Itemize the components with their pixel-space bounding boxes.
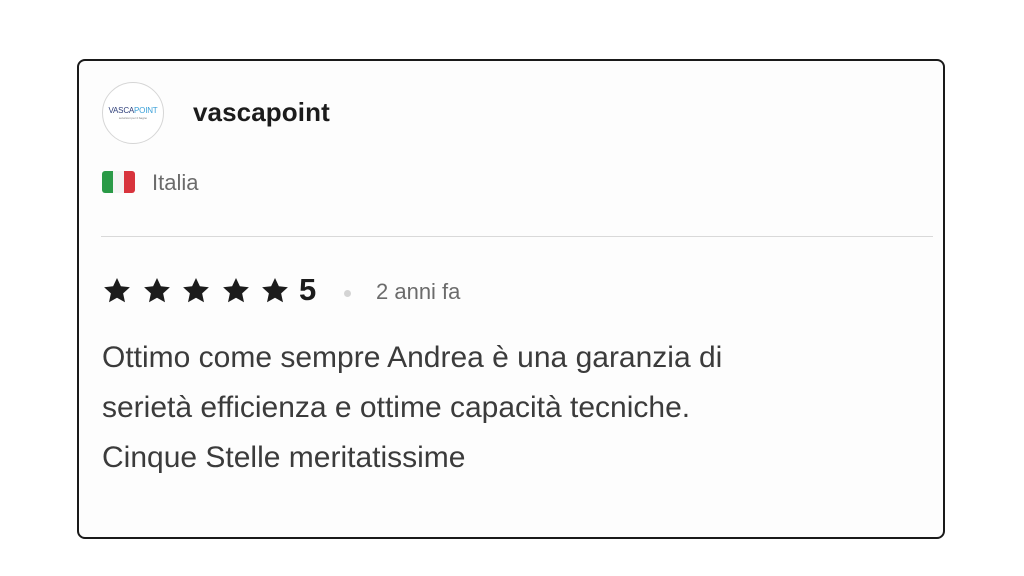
avatar-logo-tagline: soluzioni per il bagno — [118, 115, 148, 120]
avatar-logo: VASCAPOINT — [108, 105, 158, 115]
review-text-line: Cinque Stelle meritatissime — [102, 441, 466, 474]
star-rating — [101, 276, 299, 306]
star-icon — [143, 278, 170, 303]
review-date: 2 anni fa — [376, 279, 461, 304]
star-icon — [262, 278, 288, 303]
star-icon — [183, 278, 209, 303]
star-icon — [222, 278, 249, 303]
separator-dot — [344, 290, 351, 297]
review-text: Ottimo come sempre Andrea è una garanzia… — [102, 333, 902, 483]
reviewer-country: Italia — [152, 170, 199, 195]
review-text-line: Ottimo come sempre Andrea è una garanzia… — [102, 341, 723, 374]
star-icon — [104, 278, 130, 303]
rating-value: 5 — [299, 272, 317, 307]
reviewer-name[interactable]: vascapoint — [193, 97, 330, 128]
review-text-line: serietà efficienza e ottime capacità tec… — [102, 391, 691, 424]
reviewer-avatar[interactable]: VASCAPOINT soluzioni per il bagno — [102, 82, 164, 144]
divider — [101, 236, 933, 237]
italy-flag-icon — [102, 171, 135, 193]
review-card: VASCAPOINT soluzioni per il bagno vascap… — [77, 59, 945, 539]
